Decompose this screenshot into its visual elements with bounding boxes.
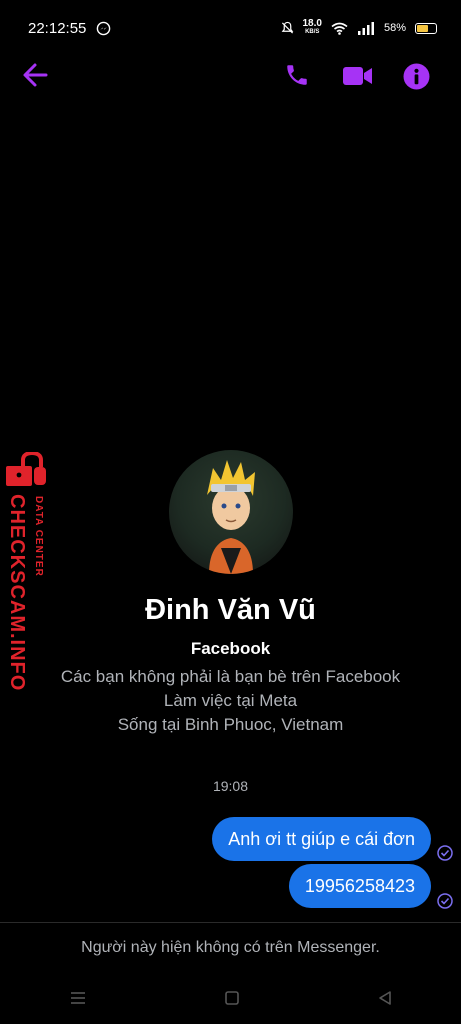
- avatar-illustration: [206, 460, 255, 574]
- back-arrow-icon[interactable]: [22, 60, 48, 90]
- contact-name: Đinh Văn Vũ: [145, 594, 316, 626]
- status-time: 22:12:55: [28, 19, 87, 37]
- status-bar: 22:12:55 18.0 KB/S 58%: [0, 0, 461, 56]
- video-call-icon[interactable]: [342, 64, 374, 88]
- messenger-notification-icon: [97, 21, 111, 35]
- back-nav-icon[interactable]: [377, 990, 393, 1006]
- signal-icon: [357, 21, 374, 35]
- home-nav-icon[interactable]: [224, 990, 240, 1006]
- battery-icon: [415, 22, 437, 34]
- network-speed: 18.0 KB/S: [302, 18, 322, 36]
- mute-bell-icon: [281, 21, 293, 34]
- battery-percent: 58%: [383, 22, 406, 34]
- seen-check-icon: [437, 845, 453, 861]
- unavailable-notice: Người này hiện không có trên Messenger.: [0, 922, 461, 973]
- system-navigation-bar: [0, 978, 461, 1018]
- avatar[interactable]: [168, 450, 293, 574]
- wifi-icon: [331, 22, 348, 35]
- sent-message-bubble[interactable]: 19956258423: [288, 864, 431, 908]
- work-text: Làm việc tại Meta: [163, 691, 298, 710]
- phone-call-icon[interactable]: [284, 62, 310, 88]
- info-icon[interactable]: [403, 63, 430, 90]
- friend-status-text: Các bạn không phải là bạn bè trên Facebo…: [60, 667, 401, 686]
- chat-header: [0, 52, 461, 102]
- seen-check-icon: [437, 893, 453, 909]
- message-timestamp: 19:08: [212, 778, 249, 794]
- location-text: Sống tại Binh Phuoc, Vietnam: [117, 715, 344, 734]
- contact-profile: Đinh Văn Vũ Facebook Các bạn không phải …: [0, 450, 461, 737]
- menu-nav-icon[interactable]: [69, 990, 87, 1006]
- contact-info: Các bạn không phải là bạn bè trên Facebo…: [0, 665, 461, 737]
- sent-message-bubble[interactable]: Anh ơi tt giúp e cái đơn: [212, 817, 431, 861]
- contact-platform: Facebook: [190, 639, 271, 658]
